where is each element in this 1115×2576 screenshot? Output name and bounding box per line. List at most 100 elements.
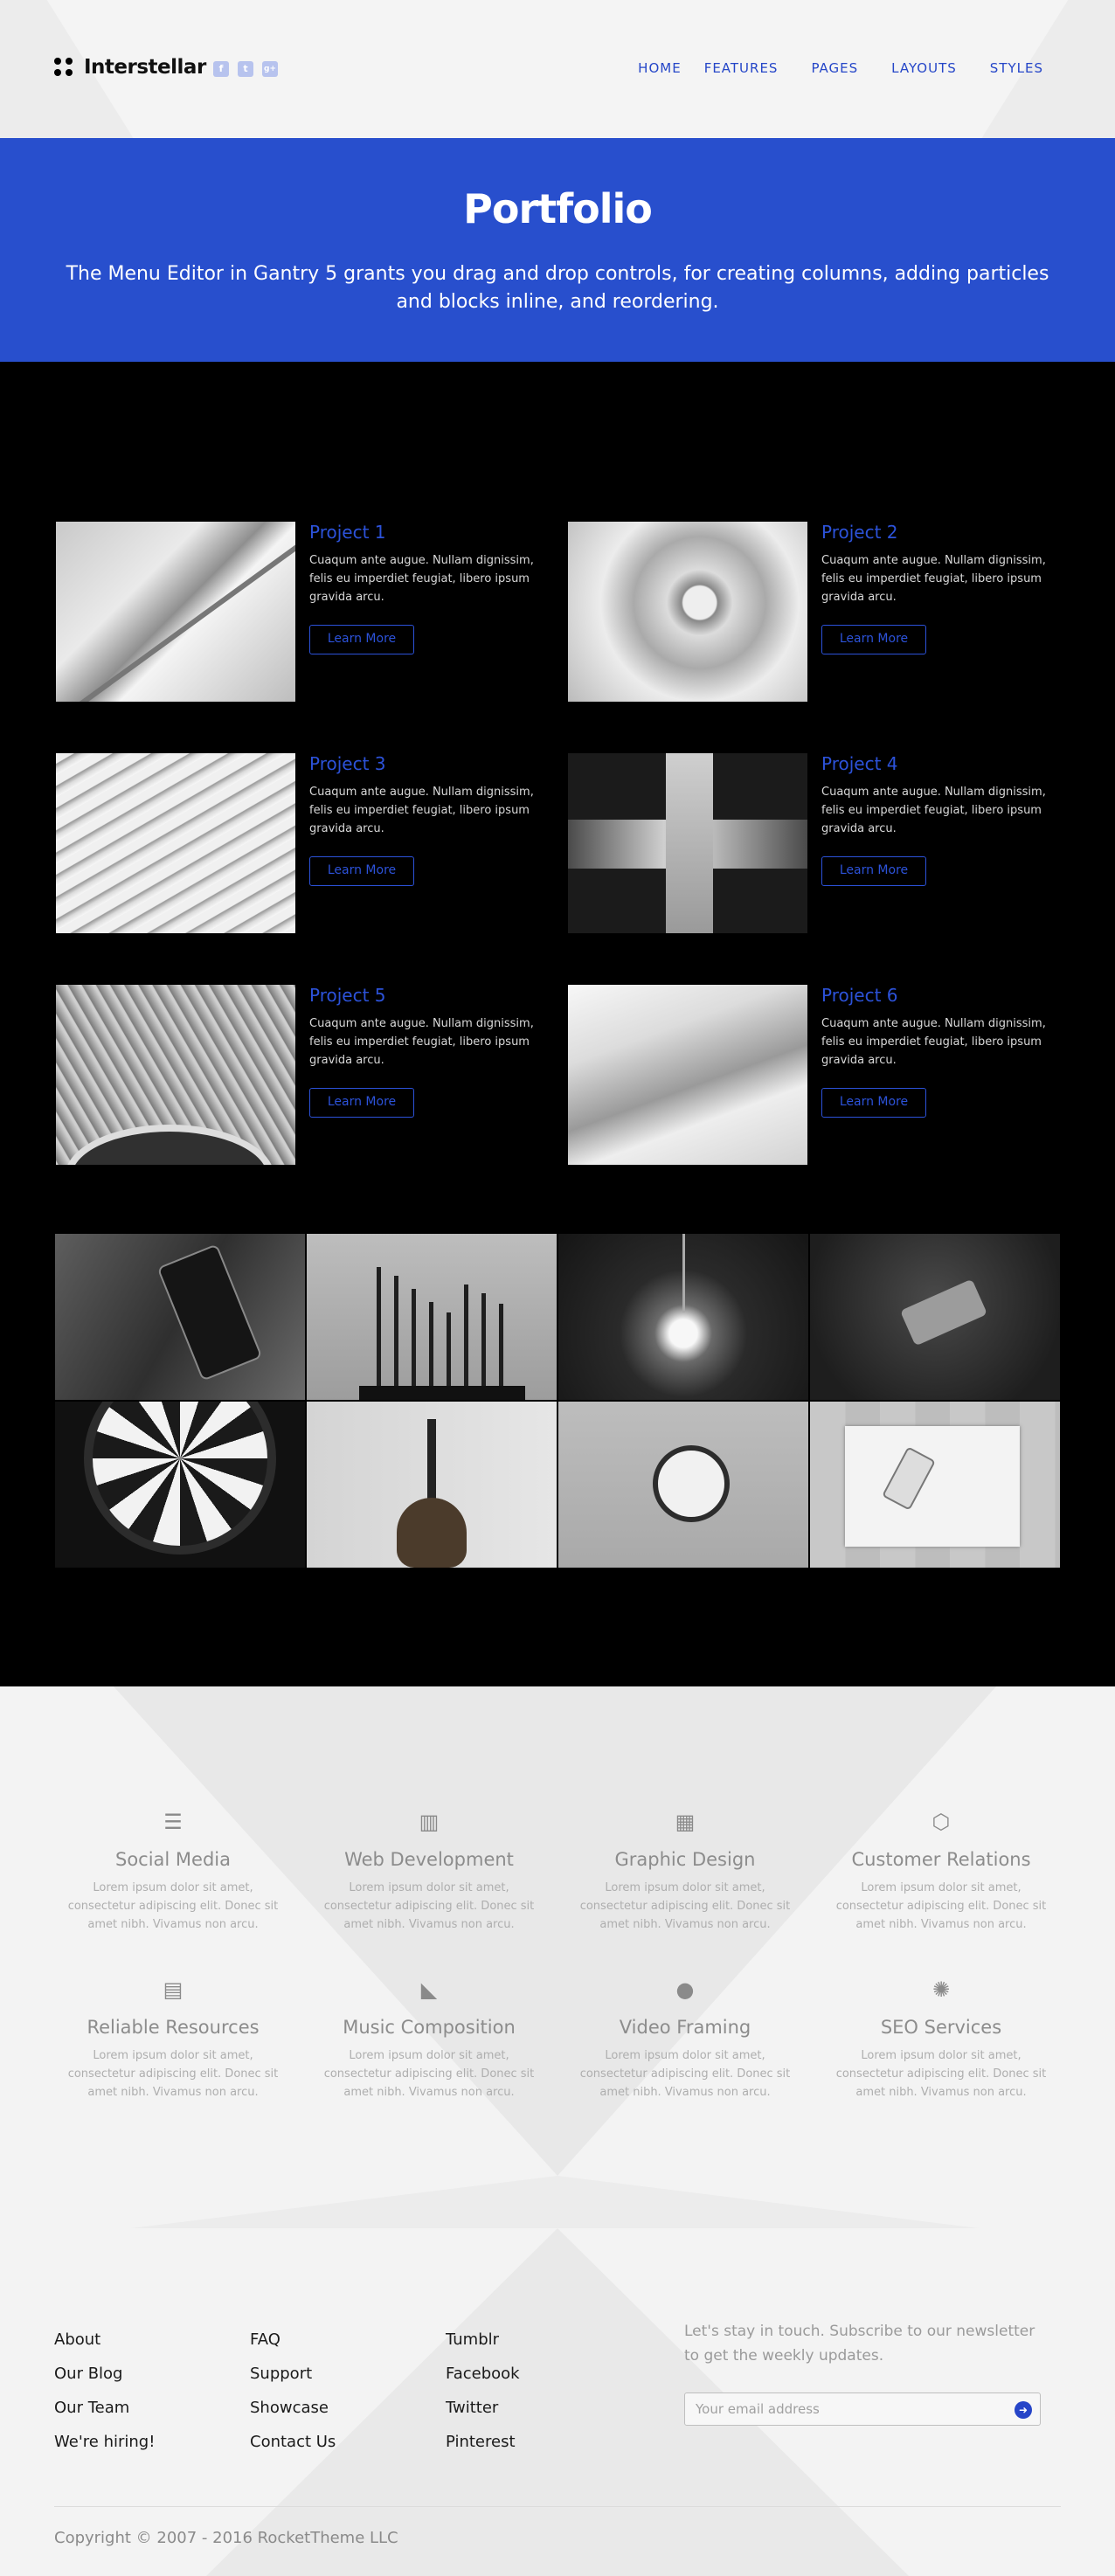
feature-title: Video Framing [619,2017,751,2038]
file-image-icon: ▤ [163,1977,184,2002]
feature-item: ▥ Web Development Lorem ipsum dolor sit … [315,1809,543,1934]
project-title[interactable]: Project 5 [309,985,386,1006]
project-card: Project 2 Cuaqum ante augue. Nullam dign… [568,522,1057,702]
nav-pages[interactable]: PAGES [811,60,858,76]
project-image[interactable] [568,985,807,1165]
feature-title: Graphic Design [614,1849,756,1870]
project-description: Cuaqum ante augue. Nullam dignissim, fel… [821,554,1046,604]
footer-link-showcase[interactable]: Showcase [250,2391,336,2425]
feature-description: Lorem ipsum dolor sit amet, consectetur … [835,1881,1047,1931]
feature-description: Lorem ipsum dolor sit amet, consectetur … [323,1881,535,1931]
logo-text: Interstellar [84,56,206,79]
features-bg-shape [0,1686,1115,2228]
nav-layouts[interactable]: LAYOUTS [891,60,957,76]
newsletter-form: ➜ [684,2392,1041,2426]
footer-link-support[interactable]: Support [250,2357,336,2391]
page-title: Portfolio [463,185,653,232]
hero-subtitle: The Menu Editor in Gantry 5 grants you d… [66,263,1049,313]
gallery-photo-phones[interactable] [810,1234,1060,1400]
learn-more-button[interactable]: Learn More [309,625,414,654]
project-description: Cuaqum ante augue. Nullam dignissim, fel… [821,1017,1046,1067]
main-nav: HOME FEATURES PAGES LAYOUTS STYLES [605,60,1043,76]
subscribe-arrow-icon[interactable]: ➜ [1015,2401,1032,2419]
social-links: f t g+ [213,61,278,77]
project-card: Project 3 Cuaqum ante augue. Nullam dign… [56,753,545,933]
project-image[interactable] [568,522,807,702]
feature-description: Lorem ipsum dolor sit amet, consectetur … [579,2049,791,2099]
learn-more-button[interactable]: Learn More [309,1088,414,1118]
footer-link-faq[interactable]: FAQ [250,2323,336,2357]
google-plus-icon[interactable]: g+ [262,61,278,77]
newsletter-text: Let's stay in touch. Subscribe to our ne… [684,2323,1035,2365]
feature-item: ● Video Framing Lorem ipsum dolor sit am… [571,1977,799,2102]
feature-title: Reliable Resources [87,2017,260,2038]
codepen-icon: ⬡ [931,1810,951,1834]
feature-item: ☰ Social Media Lorem ipsum dolor sit ame… [59,1809,287,1934]
copyright-text: Copyright © 2007 - 2016 RocketTheme LLC [54,2529,398,2547]
footer-link-twitter[interactable]: Twitter [446,2391,520,2425]
gallery-photo-drill-bits[interactable] [307,1234,557,1400]
gallery-photo-phone[interactable] [55,1234,305,1400]
comments-icon: ● [675,1977,695,2002]
gallery-photo-guitar[interactable] [307,1402,557,1568]
learn-more-button[interactable]: Learn More [821,856,926,886]
project-description: Cuaqum ante augue. Nullam dignissim, fel… [309,786,534,835]
gallery-photo-notebook[interactable] [810,1402,1060,1568]
project-image[interactable] [56,522,295,702]
logo[interactable]: Interstellar [54,56,206,79]
feature-title: SEO Services [880,2017,1002,2038]
footer-link-contact[interactable]: Contact Us [250,2425,336,2459]
footer-link-blog[interactable]: Our Blog [54,2357,155,2391]
feature-title: Music Composition [343,2017,516,2038]
project-title[interactable]: Project 3 [309,753,386,774]
project-title[interactable]: Project 1 [309,522,386,543]
hero-section: Portfolio The Menu Editor in Gantry 5 gr… [0,138,1115,362]
learn-more-button[interactable]: Learn More [821,625,926,654]
project-image[interactable] [56,985,295,1165]
feature-description: Lorem ipsum dolor sit amet, consectetur … [67,1881,279,1931]
feature-description: Lorem ipsum dolor sit amet, consectetur … [835,2049,1047,2099]
learn-more-button[interactable]: Learn More [309,856,414,886]
project-title[interactable]: Project 4 [821,753,898,774]
gallery-photo-clock[interactable] [558,1402,808,1568]
project-card: Project 1 Cuaqum ante augue. Nullam dign… [56,522,545,702]
feature-title: Web Development [344,1849,514,1870]
project-description: Cuaqum ante augue. Nullam dignissim, fel… [821,786,1046,835]
feature-title: Customer Relations [851,1849,1031,1870]
feature-item: ⬡ Customer Relations Lorem ipsum dolor s… [828,1809,1055,1934]
facebook-icon[interactable]: f [213,61,229,77]
footer-link-hiring[interactable]: We're hiring! [54,2425,155,2459]
nav-home[interactable]: HOME [638,60,682,76]
project-title[interactable]: Project 6 [821,985,898,1006]
feature-item: ▦ Graphic Design Lorem ipsum dolor sit a… [571,1809,799,1934]
footer-link-about[interactable]: About [54,2323,155,2357]
footer-links-col1: About Our Blog Our Team We're hiring! [54,2323,155,2459]
footer-divider [54,2506,1061,2507]
project-card: Project 4 Cuaqum ante augue. Nullam dign… [568,753,1057,933]
footer-link-team[interactable]: Our Team [54,2391,155,2425]
learn-more-button[interactable]: Learn More [821,1088,926,1118]
project-image[interactable] [568,753,807,933]
project-card: Project 6 Cuaqum ante augue. Nullam dign… [568,985,1057,1165]
footer-link-facebook[interactable]: Facebook [446,2357,520,2391]
feature-description: Lorem ipsum dolor sit amet, consectetur … [579,1881,791,1931]
project-image[interactable] [56,753,295,933]
footer-link-pinterest[interactable]: Pinterest [446,2425,520,2459]
project-title[interactable]: Project 2 [821,522,898,543]
email-field[interactable] [696,2401,993,2417]
gallery-photo-dartboard[interactable] [55,1402,305,1568]
nav-styles[interactable]: STYLES [990,60,1043,76]
site-header: Interstellar f t g+ HOME FEATURES PAGES … [0,0,1115,138]
feature-item: ◣ Music Composition Lorem ipsum dolor si… [315,1977,543,2102]
feature-item: ▤ Reliable Resources Lorem ipsum dolor s… [59,1977,287,2102]
project-description: Cuaqum ante augue. Nullam dignissim, fel… [309,554,534,604]
building-icon: ▦ [675,1810,696,1834]
bar-chart-icon: ▥ [419,1810,440,1834]
footer-link-tumblr[interactable]: Tumblr [446,2323,520,2357]
gallery-photo-light-bulb[interactable] [558,1234,808,1400]
nav-features[interactable]: FEATURES [704,60,779,76]
twitter-icon[interactable]: t [238,61,253,77]
project-card: Project 5 Cuaqum ante augue. Nullam dign… [56,985,545,1165]
feature-description: Lorem ipsum dolor sit amet, consectetur … [67,2049,279,2099]
project-description: Cuaqum ante augue. Nullam dignissim, fel… [309,1017,534,1067]
